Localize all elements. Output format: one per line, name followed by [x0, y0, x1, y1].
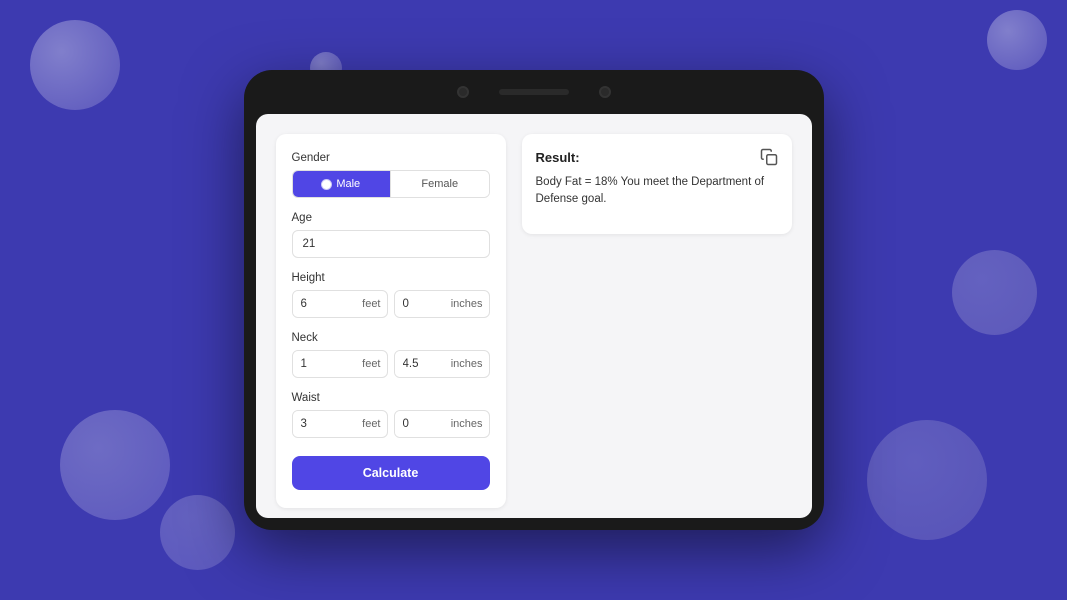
male-button[interactable]: Male — [293, 171, 391, 197]
tablet-top-bar — [244, 70, 824, 114]
gender-toggle: Male Female — [292, 170, 490, 198]
height-inches-unit: inches — [451, 291, 489, 317]
height-inches-input[interactable] — [395, 291, 451, 317]
result-panel: Result: Body Fat = 18% You meet the Depa… — [522, 134, 792, 234]
height-measurement-row: feet inches — [292, 290, 490, 318]
calculate-button[interactable]: Calculate — [292, 456, 490, 490]
female-button[interactable]: Female — [390, 171, 489, 197]
height-feet-unit: feet — [362, 291, 386, 317]
result-title: Result: — [536, 150, 580, 165]
neck-inches-unit: inches — [451, 351, 489, 377]
gender-field-group: Gender Male Female — [292, 152, 490, 198]
neck-measurement-row: feet inches — [292, 350, 490, 378]
decorative-bubble-1 — [30, 20, 120, 110]
neck-inches-input[interactable] — [395, 351, 451, 377]
waist-feet-part: feet — [292, 410, 388, 438]
decorative-bubble-5 — [160, 495, 235, 570]
neck-field-group: Neck feet inches — [292, 332, 490, 378]
male-label: Male — [336, 178, 360, 190]
waist-inches-input[interactable] — [395, 411, 451, 437]
height-feet-part: feet — [292, 290, 388, 318]
radio-dot-male — [322, 180, 331, 189]
waist-measurement-row: feet inches — [292, 410, 490, 438]
waist-feet-input[interactable] — [293, 411, 363, 437]
height-label: Height — [292, 272, 490, 284]
neck-label: Neck — [292, 332, 490, 344]
waist-inches-part: inches — [394, 410, 490, 438]
gender-label: Gender — [292, 152, 490, 164]
tablet-camera — [457, 86, 469, 98]
tablet-speaker — [499, 89, 569, 95]
waist-field-group: Waist feet inches — [292, 392, 490, 438]
height-inches-part: inches — [394, 290, 490, 318]
female-label: Female — [421, 178, 458, 190]
decorative-bubble-6 — [952, 250, 1037, 335]
tablet-screen: Gender Male Female Age Height — [256, 114, 812, 518]
waist-label: Waist — [292, 392, 490, 404]
tablet-device: Gender Male Female Age Height — [244, 70, 824, 530]
tablet-camera-2 — [599, 86, 611, 98]
neck-inches-part: inches — [394, 350, 490, 378]
copy-icon[interactable] — [760, 148, 778, 166]
height-field-group: Height feet inches — [292, 272, 490, 318]
result-header: Result: — [536, 148, 778, 166]
age-field-group: Age — [292, 212, 490, 258]
neck-feet-unit: feet — [362, 351, 386, 377]
waist-inches-unit: inches — [451, 411, 489, 437]
decorative-bubble-3 — [987, 10, 1047, 70]
decorative-bubble-7 — [867, 420, 987, 540]
decorative-bubble-4 — [60, 410, 170, 520]
form-panel: Gender Male Female Age Height — [276, 134, 506, 508]
result-text: Body Fat = 18% You meet the Department o… — [536, 174, 778, 209]
neck-feet-input[interactable] — [293, 351, 363, 377]
neck-feet-part: feet — [292, 350, 388, 378]
waist-feet-unit: feet — [362, 411, 386, 437]
age-label: Age — [292, 212, 490, 224]
age-input[interactable] — [292, 230, 490, 258]
height-feet-input[interactable] — [293, 291, 363, 317]
